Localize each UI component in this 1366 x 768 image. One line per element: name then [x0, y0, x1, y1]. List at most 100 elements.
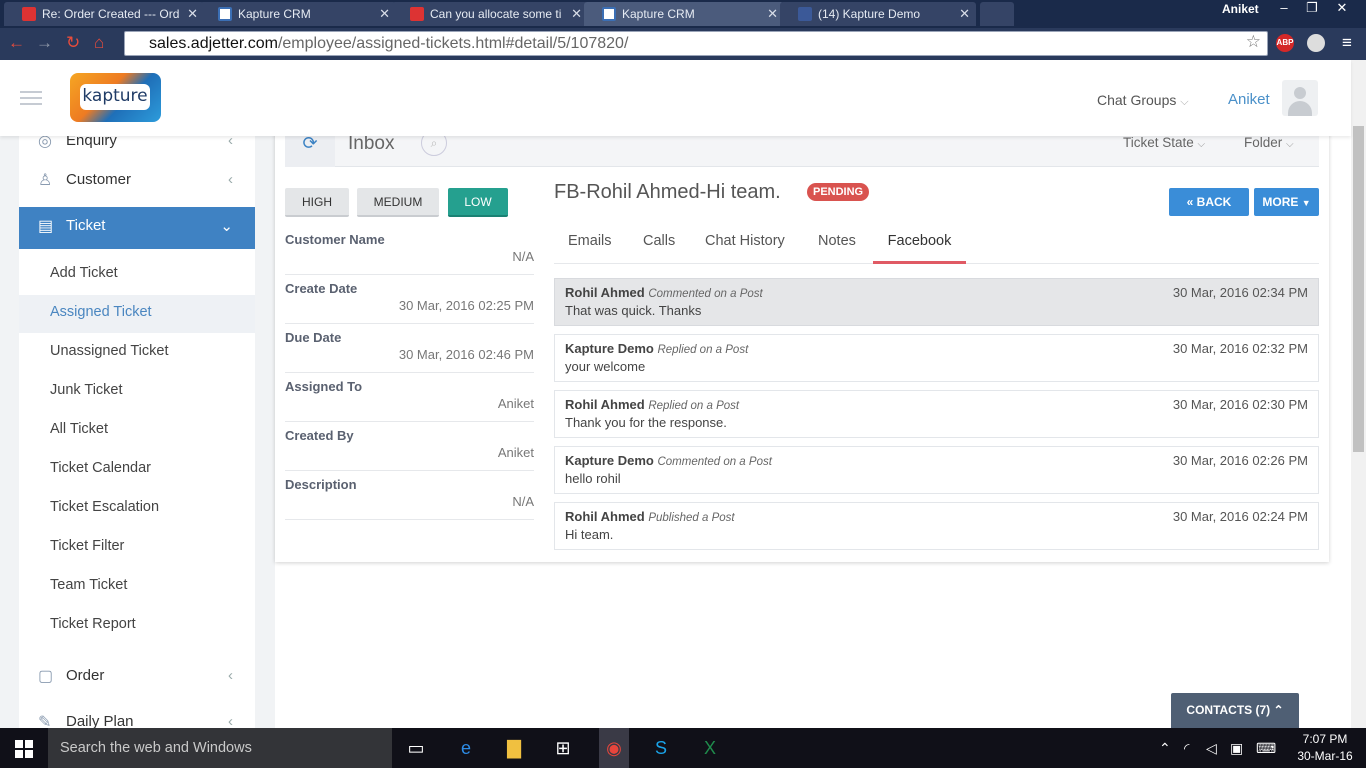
field-label: Description [285, 477, 357, 492]
submenu-ticket-filter[interactable]: Ticket Filter [19, 529, 255, 567]
new-tab-button[interactable] [980, 2, 1014, 26]
extension-icon[interactable] [1307, 34, 1325, 52]
field-value: 30 Mar, 2016 02:46 PM [398, 347, 534, 362]
facebook-message[interactable]: Kapture Demo Commented on a Post 30 Mar,… [554, 446, 1319, 494]
address-bar[interactable]: sales.adjetter.com/employee/assigned-tic… [124, 31, 1268, 56]
submenu-team-ticket[interactable]: Team Ticket [19, 568, 255, 606]
submenu-all-ticket[interactable]: All Ticket [19, 412, 255, 450]
tab-calls[interactable]: Calls [643, 233, 675, 264]
submenu-add-ticket[interactable]: Add Ticket [19, 256, 255, 294]
close-icon[interactable]: ✕ [379, 6, 390, 22]
message-action: Replied on a Post [648, 400, 740, 412]
sidebar-item-order[interactable]: ▢ Order ‹ [19, 657, 255, 697]
window-close-icon[interactable]: ✕ [1328, 0, 1356, 18]
edge-icon[interactable]: e [454, 736, 478, 760]
more-button[interactable]: MORE ▼ [1254, 188, 1319, 216]
volume-icon[interactable]: ◁ [1206, 740, 1217, 757]
page-scrollbar[interactable] [1351, 60, 1366, 728]
submenu-ticket-calendar[interactable]: Ticket Calendar [19, 451, 255, 489]
chat-groups-dropdown[interactable]: Chat Groups ⌵ [1097, 92, 1189, 109]
tray-chevron-up-icon[interactable]: ⌃ [1159, 740, 1171, 757]
enquiry-icon: ◎ [38, 136, 52, 150]
priority-low-button[interactable]: LOW [448, 188, 508, 217]
home-icon[interactable]: ⌂ [94, 34, 104, 52]
submenu-ticket-escalation[interactable]: Ticket Escalation [19, 490, 255, 528]
adblock-icon[interactable]: ABP [1276, 34, 1294, 52]
field-label: Created By [285, 428, 354, 443]
submenu-unassigned-ticket[interactable]: Unassigned Ticket [19, 334, 255, 372]
close-icon[interactable]: ✕ [187, 6, 198, 22]
tab-notes[interactable]: Notes [818, 233, 856, 264]
sidebar-item-customer[interactable]: ♙ Customer ‹ [19, 161, 255, 201]
facebook-message[interactable]: Rohil Ahmed Published a Post 30 Mar, 201… [554, 502, 1319, 550]
browser-tab[interactable]: (14) Kapture Demo ✕ [780, 2, 976, 26]
facebook-message[interactable]: Kapture Demo Replied on a Post 30 Mar, 2… [554, 334, 1319, 382]
task-view-icon[interactable]: ▭ [404, 736, 428, 760]
tab-facebook[interactable]: Facebook [873, 233, 966, 264]
submenu-junk-ticket[interactable]: Junk Ticket [19, 373, 255, 411]
restore-icon[interactable]: ❐ [1298, 0, 1326, 18]
back-arrow-icon[interactable]: ← [8, 34, 25, 52]
profile-name[interactable]: Aniket [1222, 2, 1259, 16]
priority-high-button[interactable]: HIGH [285, 188, 349, 217]
store-icon[interactable]: ⊞ [551, 736, 575, 760]
taskbar-clock[interactable]: 7:07 PM 30-Mar-16 [1290, 731, 1360, 765]
gmail-icon [22, 7, 36, 21]
browser-tab-title: (14) Kapture Demo [818, 7, 921, 21]
sidebar-item-ticket[interactable]: ▤ Ticket ⌄ [19, 207, 255, 249]
folder-dropdown[interactable]: Folder ⌵ [1244, 135, 1294, 150]
sidebar-item-daily-plan[interactable]: ✎ Daily Plan ‹ [19, 703, 255, 728]
avatar[interactable] [1282, 80, 1318, 116]
contacts-label: CONTACTS (7) [1186, 703, 1271, 717]
header-user-name[interactable]: Aniket [1228, 91, 1270, 108]
back-button[interactable]: « BACK [1169, 188, 1249, 216]
browser-tab[interactable]: Can you allocate some ti ✕ [392, 2, 588, 26]
message-time: 30 Mar, 2016 02:32 PM [1172, 341, 1308, 356]
tab-chat-history[interactable]: Chat History [705, 233, 785, 264]
file-explorer-icon[interactable]: ▇ [502, 736, 526, 760]
chevron-down-icon: ⌵ [1180, 96, 1189, 108]
ticket-detail-card: ⟳ Inbox ⌕ Ticket State ⌵ Folder ⌵ HIGH M… [275, 126, 1329, 562]
facebook-icon [798, 7, 812, 21]
ticket-state-dropdown[interactable]: Ticket State ⌵ [1123, 135, 1205, 150]
tab-emails[interactable]: Emails [568, 233, 612, 264]
browser-tab[interactable]: Re: Order Created --- Ord ✕ [4, 2, 204, 26]
submenu-ticket-report[interactable]: Ticket Report [19, 607, 255, 645]
forward-arrow-icon[interactable]: → [36, 34, 53, 52]
keyboard-icon[interactable]: ⌨ [1256, 740, 1276, 757]
bookmark-star-icon[interactable]: ☆ [1246, 32, 1261, 52]
kapture-logo[interactable]: kapture [70, 73, 161, 122]
scrollbar-thumb[interactable] [1353, 126, 1364, 452]
sidebar-item-enquiry[interactable]: ◎ Enquiry ‹ [19, 136, 255, 162]
facebook-message[interactable]: Rohil Ahmed Commented on a Post 30 Mar, … [554, 278, 1319, 326]
close-icon[interactable]: ✕ [571, 6, 582, 22]
hamburger-menu-icon[interactable] [20, 91, 42, 105]
message-text: Thank you for the response. [565, 415, 727, 430]
back-button-label: BACK [1196, 195, 1232, 209]
more-button-label: MORE [1262, 195, 1299, 209]
minimize-icon[interactable]: – [1270, 0, 1298, 18]
chrome-icon[interactable]: ◉ [599, 728, 629, 768]
notifications-icon[interactable]: ▣ [1230, 740, 1243, 757]
message-text: your welcome [565, 359, 646, 374]
reload-icon[interactable]: ↻ [66, 34, 80, 52]
excel-icon[interactable]: X [698, 736, 722, 760]
close-icon[interactable]: ✕ [767, 6, 778, 22]
facebook-message[interactable]: Rohil Ahmed Replied on a Post 30 Mar, 20… [554, 390, 1319, 438]
close-icon[interactable]: ✕ [959, 6, 970, 22]
taskbar-search-input[interactable]: Search the web and Windows [48, 728, 392, 768]
sidebar-item-label: Customer [66, 171, 132, 188]
network-icon[interactable]: ◜ [1184, 740, 1189, 757]
field-label: Create Date [285, 281, 358, 296]
windows-start-icon[interactable] [15, 740, 33, 758]
chrome-menu-icon[interactable]: ≡ [1342, 34, 1352, 52]
sidebar-item-label: Daily Plan [66, 713, 134, 728]
skype-icon[interactable]: S [649, 736, 673, 760]
browser-tab[interactable]: Kapture CRM ✕ [200, 2, 396, 26]
contacts-button[interactable]: CONTACTS (7) ⌃ [1171, 693, 1299, 728]
message-time: 30 Mar, 2016 02:26 PM [1172, 453, 1308, 468]
submenu-assigned-ticket[interactable]: Assigned Ticket [19, 295, 255, 333]
message-action: Published a Post [648, 512, 735, 524]
browser-tab-active[interactable]: Kapture CRM ✕ [584, 2, 784, 26]
priority-medium-button[interactable]: MEDIUM [357, 188, 439, 217]
